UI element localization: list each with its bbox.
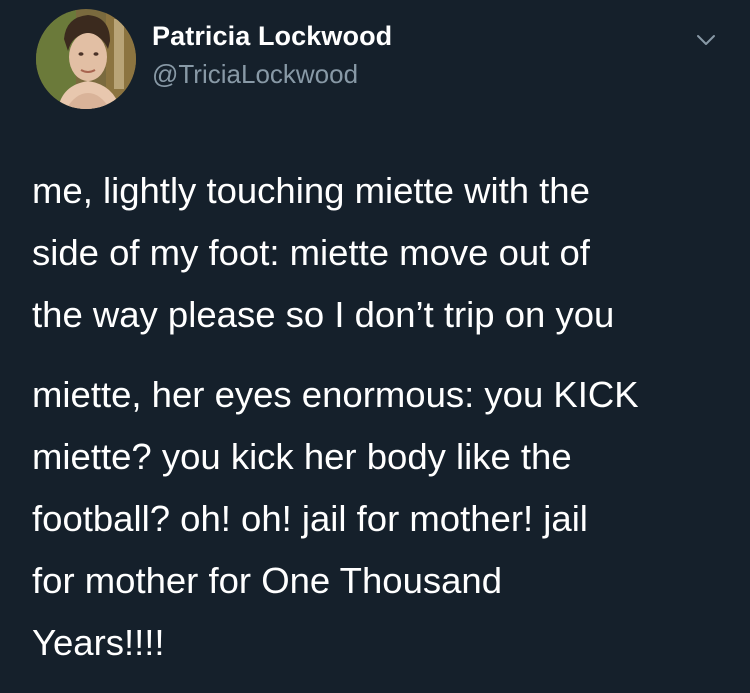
tweet-text: me, lightly touching miette with the sid… — [32, 160, 732, 674]
chevron-down-icon[interactable] — [694, 28, 718, 52]
avatar[interactable] — [36, 9, 136, 109]
author-handle[interactable]: @TriciaLockwood — [152, 59, 358, 90]
tweet-paragraph: miette, her eyes enormous: you KICK miet… — [32, 364, 732, 674]
tweet-paragraph: me, lightly touching miette with the sid… — [32, 160, 732, 346]
tweet-line: miette? you kick her body like the — [32, 436, 572, 477]
tweet-line: the way please so I don’t trip on you — [32, 294, 615, 335]
tweet-line: side of my foot: miette move out of — [32, 232, 590, 273]
tweet-card: Patricia Lockwood @TriciaLockwood me, li… — [0, 0, 750, 693]
tweet-line: for mother for One Thousand — [32, 560, 503, 601]
author-display-name[interactable]: Patricia Lockwood — [152, 21, 392, 52]
tweet-line: miette, her eyes enormous: you KICK — [32, 374, 639, 415]
tweet-line: Years!!!! — [32, 622, 165, 663]
tweet-line: me, lightly touching miette with the — [32, 170, 590, 211]
tweet-line: football? oh! oh! jail for mother! jail — [32, 498, 588, 539]
